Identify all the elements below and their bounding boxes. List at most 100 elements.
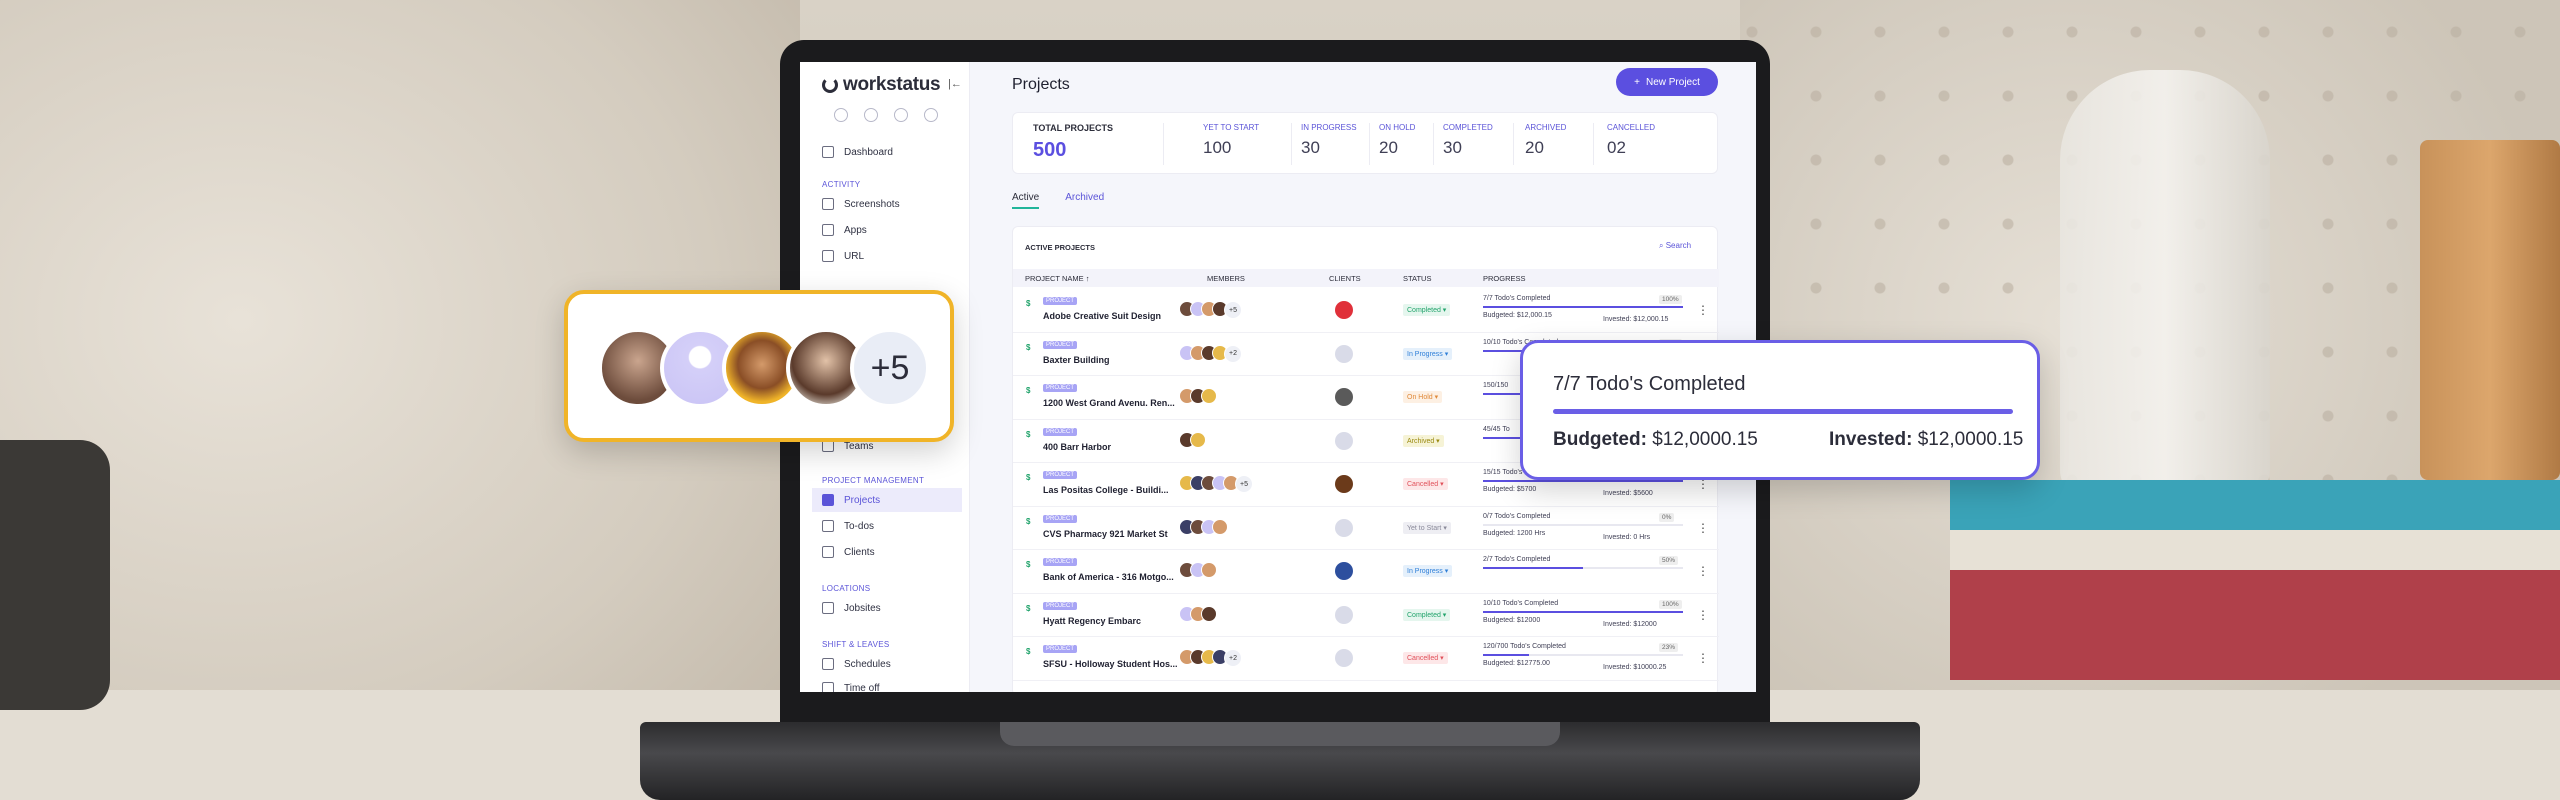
camera (0, 440, 110, 710)
stat-value: 30 (1443, 138, 1462, 157)
status-dropdown[interactable]: Cancelled ▾ (1403, 652, 1448, 664)
sidebar-item-projects[interactable]: Projects (812, 488, 962, 512)
project-name[interactable]: Las Positas College - Buildi... (1043, 485, 1181, 495)
more-actions-icon[interactable]: ⋮ (1697, 651, 1709, 665)
member-avatars[interactable]: +5 (1179, 475, 1253, 493)
status-dropdown[interactable]: Archived ▾ (1403, 434, 1444, 447)
client-logo (1335, 605, 1353, 624)
sidebar-item-jobsites[interactable]: Jobsites (822, 596, 962, 620)
sidebar-item-time-off[interactable]: Time off (822, 676, 962, 692)
more-actions-icon[interactable]: ⋮ (1697, 521, 1709, 535)
project-name[interactable]: 1200 West Grand Avenu. Ren... (1043, 398, 1181, 408)
vase (2060, 70, 2270, 500)
stat-label: TOTAL PROJECTS (1033, 123, 1114, 133)
more-members-badge[interactable]: +5 (850, 328, 930, 408)
member-avatars[interactable] (1179, 518, 1228, 535)
invested: Invested: $12,000.15 (1603, 316, 1669, 323)
billable-icon: $ (1026, 647, 1031, 656)
more-members-badge[interactable]: +5 (1235, 475, 1253, 493)
search-button[interactable]: ⌕ Search (1659, 241, 1691, 251)
column-header-status: STATUS (1403, 274, 1432, 283)
calendar-icon[interactable] (894, 108, 908, 122)
progress-percent: 23% (1659, 643, 1679, 652)
column-header-progress: PROGRESS (1483, 274, 1526, 283)
bell-icon[interactable] (924, 108, 938, 122)
sidebar-item-label: Teams (844, 440, 874, 452)
status-dropdown[interactable]: On Hold ▾ (1403, 391, 1443, 403)
stat-on-hold[interactable]: ON HOLD 20 (1379, 123, 1415, 158)
project-name[interactable]: 400 Barr Harbor (1043, 442, 1181, 452)
member-avatars[interactable]: +2 (1179, 649, 1242, 667)
project-name[interactable]: Baxter Building (1043, 355, 1181, 365)
nav-section-shift-leaves: SHIFT & LEAVES (822, 640, 890, 649)
sidebar-item-schedules[interactable]: Schedules (822, 652, 962, 676)
invested: Invested: 0 Hrs (1603, 533, 1651, 541)
sidebar-item-todos[interactable]: To-dos (822, 514, 962, 538)
more-members-badge[interactable]: +5 (1224, 301, 1242, 319)
more-actions-icon[interactable]: ⋮ (1697, 608, 1709, 622)
member-avatars[interactable] (1179, 605, 1217, 622)
stat-completed[interactable]: COMPLETED 30 (1443, 123, 1493, 158)
status-dropdown[interactable]: In Progress ▾ (1403, 565, 1453, 577)
table-row[interactable]: $ PROJECT Adobe Creative Suit Design +5 … (1013, 289, 1719, 333)
more-members-badge[interactable]: +2 (1224, 344, 1242, 363)
member-avatars[interactable] (1179, 388, 1217, 404)
timer-icon[interactable] (834, 108, 848, 122)
tab-archived[interactable]: Archived (1065, 192, 1104, 209)
more-actions-icon[interactable]: ⋮ (1697, 303, 1709, 317)
laptop-hinge (1000, 722, 1560, 746)
status-label: Completed (1407, 611, 1441, 619)
sidebar-item-clients[interactable]: Clients (822, 540, 962, 564)
stat-yet-to-start[interactable]: YET TO START 100 (1203, 123, 1259, 158)
stat-archived[interactable]: ARCHIVED 20 (1525, 123, 1566, 158)
client-logo (1335, 388, 1353, 406)
project-name[interactable]: CVS Pharmacy 921 Market St (1043, 529, 1181, 539)
member-avatars[interactable]: +5 (1179, 301, 1242, 319)
progress-percent: 0% (1659, 512, 1675, 522)
sidebar-item-url[interactable]: URL (822, 244, 962, 268)
table-header: PROJECT NAME ↑ MEMBERS CLIENTS STATUS PR… (1013, 269, 1719, 287)
nav-section-project-management: PROJECT MANAGEMENT (822, 476, 925, 485)
progress-cell: 10/10 Todo's Completed 100% Budgeted: $1… (1483, 599, 1683, 628)
status-dropdown[interactable]: Completed ▾ (1403, 304, 1451, 316)
tab-active[interactable]: Active (1012, 192, 1040, 209)
avatar (1212, 518, 1228, 535)
clock-icon[interactable] (864, 108, 878, 122)
sidebar-item-screenshots[interactable]: Screenshots (822, 192, 962, 216)
stat-in-progress[interactable]: IN PROGRESS 30 (1301, 123, 1357, 158)
progress-percent: 100% (1659, 599, 1682, 609)
status-dropdown[interactable]: Cancelled ▾ (1403, 478, 1448, 490)
more-members-badge[interactable]: +2 (1224, 649, 1242, 667)
project-tag: PROJECT (1043, 297, 1078, 305)
budgeted: Budgeted: 1200 Hrs (1483, 529, 1546, 537)
member-avatars[interactable]: +2 (1179, 344, 1242, 363)
project-name[interactable]: Adobe Creative Suit Design (1043, 311, 1181, 321)
column-header-project-name[interactable]: PROJECT NAME ↑ (1025, 274, 1089, 283)
table-row[interactable]: $ PROJECT SFSU - Holloway Student Hos...… (1013, 637, 1719, 681)
table-row[interactable]: $ PROJECT Bank of America - 316 Motgo...… (1013, 550, 1719, 594)
calendar-icon (822, 658, 834, 670)
member-avatars[interactable] (1179, 562, 1217, 578)
sidebar-item-apps[interactable]: Apps (822, 218, 962, 242)
status-dropdown[interactable]: Yet to Start ▾ (1403, 521, 1451, 534)
stat-label: IN PROGRESS (1301, 123, 1357, 132)
project-name[interactable]: Hyatt Regency Embarc (1043, 616, 1181, 626)
status-dropdown[interactable]: Completed ▾ (1403, 608, 1451, 621)
todos-completed: 120/700 Todo's Completed (1483, 643, 1566, 650)
status-dropdown[interactable]: In Progress ▾ (1403, 347, 1453, 360)
table-row[interactable]: $ PROJECT CVS Pharmacy 921 Market St Yet… (1013, 507, 1719, 550)
column-header-clients: CLIENTS (1329, 274, 1361, 283)
project-name[interactable]: SFSU - Holloway Student Hos... (1043, 659, 1181, 669)
progress-callout: 7/7 Todo's Completed Budgeted: $12,0000.… (1520, 340, 2040, 480)
more-actions-icon[interactable]: ⋮ (1697, 564, 1709, 578)
table-row[interactable]: $ PROJECT Hyatt Regency Embarc Completed… (1013, 594, 1719, 637)
collapse-sidebar-icon[interactable]: |← (948, 78, 962, 90)
member-avatars[interactable] (1179, 431, 1206, 448)
sidebar-item-dashboard[interactable]: Dashboard (822, 140, 962, 164)
apps-icon (822, 224, 834, 236)
new-project-button[interactable]: + New Project (1616, 68, 1718, 96)
stat-cancelled[interactable]: CANCELLED 02 (1607, 123, 1655, 158)
project-tag: PROJECT (1043, 427, 1078, 436)
project-name[interactable]: Bank of America - 316 Motgo... (1043, 572, 1181, 582)
billable-icon: $ (1026, 603, 1031, 613)
